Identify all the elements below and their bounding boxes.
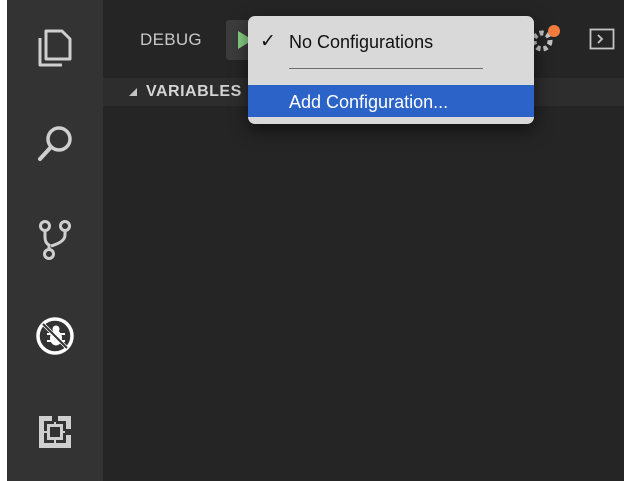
app-window: DEBUG VARIABLES ✓ No Configurations Add …: [7, 0, 624, 481]
debug-icon: [36, 317, 74, 355]
activity-search[interactable]: [7, 96, 103, 192]
menu-item-label: No Configurations: [289, 32, 434, 52]
gear-icon: [531, 25, 560, 52]
menu-separator: [289, 68, 483, 69]
activity-debug[interactable]: [7, 288, 103, 384]
search-icon: [38, 126, 72, 161]
collapse-arrow-icon: [129, 88, 137, 96]
menu-item-add-configuration[interactable]: Add Configuration...: [248, 85, 534, 117]
source-control-icon: [39, 220, 71, 260]
terminal-icon: [589, 28, 615, 50]
activity-bar: [7, 0, 103, 481]
activity-explorer[interactable]: [7, 0, 103, 96]
configuration-dropdown: ✓ No Configurations Add Configuration...: [248, 16, 534, 124]
configure-button[interactable]: [529, 22, 563, 61]
notification-dot: [548, 25, 560, 37]
menu-item-no-configurations[interactable]: ✓ No Configurations: [248, 25, 534, 57]
check-icon: ✓: [260, 31, 276, 52]
activity-extensions[interactable]: [7, 384, 103, 480]
variables-section-title: VARIABLES: [146, 83, 242, 100]
activity-source-control[interactable]: [7, 192, 103, 288]
debug-title: DEBUG: [140, 30, 202, 49]
extensions-icon: [39, 416, 71, 448]
menu-item-label: Add Configuration...: [289, 92, 449, 112]
explorer-icon: [38, 29, 72, 67]
debug-console-button[interactable]: [589, 28, 615, 55]
